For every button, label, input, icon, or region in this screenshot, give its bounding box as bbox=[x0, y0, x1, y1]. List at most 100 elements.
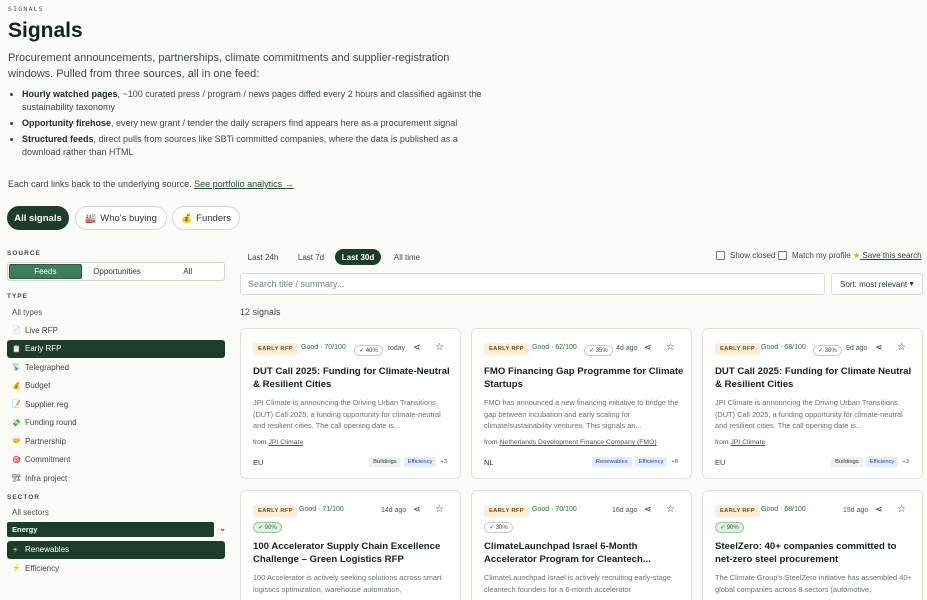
signal-card[interactable]: EARLY RFP Good · 71/100 14d ago ⋖ ☆ ✓ 90… bbox=[240, 490, 461, 600]
sector-label: Renewables bbox=[25, 545, 70, 555]
star-icon[interactable]: ☆ bbox=[666, 342, 675, 353]
signal-card[interactable]: EARLY RFP Good · 62/100 ✓ 35% 4d ago ⋖ ☆… bbox=[471, 328, 692, 479]
source-link[interactable]: Netherlands Development Finance Company … bbox=[500, 439, 657, 446]
sector-renewables[interactable]: ☀ Renewables bbox=[7, 540, 225, 559]
card-title[interactable]: SteelZero: 40+ companies committed to ne… bbox=[715, 541, 915, 566]
bullet-text: , every new grant / tender the daily scr… bbox=[111, 118, 458, 128]
sort-select[interactable]: Sort: most relevant ▼ bbox=[831, 273, 923, 295]
type-early-rfp[interactable]: 📋 Early RFP bbox=[7, 339, 225, 358]
antenna-icon: 📡 bbox=[12, 364, 21, 372]
card-title[interactable]: 100 Accelerator Supply Chain Excellence … bbox=[253, 541, 453, 566]
tab-label: Who's buying bbox=[100, 212, 157, 224]
age-label: 9d ago bbox=[846, 345, 868, 352]
range-24h[interactable]: Last 24h bbox=[241, 249, 285, 265]
card-summary: 100 Accelerator is actively seeking solu… bbox=[253, 573, 442, 594]
card-title[interactable]: FMO Financing Gap Programme for Climate … bbox=[484, 366, 684, 391]
sector-chips: Buildings Efficiency +3 bbox=[831, 457, 910, 467]
more-chip: +3 bbox=[440, 459, 447, 465]
more-chip: +3 bbox=[902, 459, 909, 465]
range-all-time[interactable]: All time bbox=[387, 249, 427, 265]
share-icon[interactable]: ⋖ bbox=[644, 342, 652, 353]
share-icon[interactable]: ⋖ bbox=[875, 342, 883, 353]
card-summary: ClimateLaunchpad Israel is actively recr… bbox=[484, 573, 671, 594]
source-feeds[interactable]: Feeds bbox=[9, 264, 82, 279]
source-link[interactable]: JPI Climate bbox=[269, 439, 304, 446]
tab-funders[interactable]: 💰 Funders bbox=[172, 206, 240, 230]
type-badge: EARLY RFP bbox=[484, 343, 529, 355]
tab-whos-buying[interactable]: 🏭 Who's buying bbox=[75, 206, 167, 230]
save-search-link[interactable]: ★ Save this search bbox=[853, 251, 922, 260]
page-title: Signals bbox=[8, 19, 83, 42]
type-budget[interactable]: 💰 Budget bbox=[7, 377, 225, 396]
source-heading: SOURCE bbox=[7, 250, 41, 257]
page-kicker: SIGNALS bbox=[8, 5, 44, 13]
match-profile-toggle[interactable]: Match my profile bbox=[778, 251, 851, 260]
type-supplier-reg[interactable]: 📝 Supplier reg bbox=[7, 395, 225, 414]
share-icon[interactable]: ⋖ bbox=[644, 504, 652, 515]
type-commitment[interactable]: 🎯 Commitment bbox=[7, 451, 225, 470]
source-prefix: from bbox=[484, 439, 498, 446]
source-all[interactable]: All bbox=[152, 264, 223, 279]
bullet-bold: Hourly watched pages bbox=[22, 89, 118, 99]
signal-card[interactable]: EARLY RFP Good · 70/100 ✓ 40% today ⋖ ☆ … bbox=[240, 328, 461, 479]
type-partnership[interactable]: 🤝 Partnership bbox=[7, 432, 225, 451]
type-funding-round[interactable]: 💸 Funding round bbox=[7, 414, 225, 433]
share-icon[interactable]: ⋖ bbox=[413, 342, 421, 353]
checkbox[interactable] bbox=[778, 251, 787, 260]
type-label: Partnership bbox=[25, 436, 66, 446]
money-wings-icon: 💸 bbox=[12, 419, 21, 427]
construction-icon: 🏗 bbox=[12, 475, 21, 483]
star-icon[interactable]: ☆ bbox=[435, 342, 444, 353]
chevron-down-icon[interactable]: ⌄ bbox=[219, 524, 226, 533]
age-label: 14d ago bbox=[381, 507, 407, 514]
star-icon[interactable]: ☆ bbox=[897, 342, 906, 353]
share-icon[interactable]: ⋖ bbox=[875, 504, 883, 515]
sector-all[interactable]: All sectors bbox=[7, 504, 225, 522]
document-icon: 📄 bbox=[12, 327, 21, 335]
star-icon[interactable]: ☆ bbox=[897, 504, 906, 515]
source-opportunities[interactable]: Opportunities bbox=[82, 264, 153, 279]
type-badge: EARLY RFP bbox=[715, 343, 760, 355]
type-label: Budget bbox=[25, 381, 51, 391]
share-icon[interactable]: ⋖ bbox=[413, 504, 421, 515]
score-label: Good · 68/100 bbox=[761, 344, 806, 351]
source-prefix: from bbox=[715, 439, 729, 446]
star-icon: ★ bbox=[853, 251, 861, 260]
card-source: from JPI Climate bbox=[715, 439, 765, 446]
confidence-badge: ✓ 35% bbox=[584, 345, 613, 356]
type-live-rfp[interactable]: 📄 Live RFP bbox=[7, 321, 225, 340]
star-icon[interactable]: ☆ bbox=[666, 504, 675, 515]
card-title[interactable]: DUT Call 2025: Funding for Climate Neutr… bbox=[715, 366, 915, 391]
star-icon[interactable]: ☆ bbox=[435, 504, 444, 515]
memo-icon: 📝 bbox=[12, 401, 21, 409]
signal-card[interactable]: EARLY RFP Good · 68/100 ✓ 30% 9d ago ⋖ ☆… bbox=[702, 328, 923, 479]
sector-efficiency[interactable]: ⚡ Efficiency bbox=[7, 559, 225, 578]
tab-all-signals[interactable]: All signals bbox=[7, 206, 69, 230]
portfolio-analytics-link[interactable]: See portfolio analytics → bbox=[194, 179, 294, 189]
save-search-label: Save this search bbox=[862, 251, 922, 260]
signal-card[interactable]: EARLY RFP Good · 68/100 15d ago ⋖ ☆ ✓ 90… bbox=[702, 490, 923, 600]
card-title[interactable]: DUT Call 2025: Funding for Climate-Neutr… bbox=[253, 366, 453, 391]
age-label: today bbox=[388, 345, 406, 352]
type-all[interactable]: All types bbox=[7, 303, 225, 321]
show-closed-toggle[interactable]: Show closed bbox=[716, 251, 775, 260]
sector-chip: Efficiency bbox=[634, 457, 668, 467]
range-30d[interactable]: Last 30d bbox=[335, 249, 381, 265]
signal-card[interactable]: EARLY RFP Good · 70/100 16d ago ⋖ ☆ ✓ 30… bbox=[471, 490, 692, 600]
range-7d[interactable]: Last 7d bbox=[291, 249, 331, 265]
tab-label: Funders bbox=[196, 212, 232, 224]
type-telegraphed[interactable]: 📡 Telegraphed bbox=[7, 358, 225, 377]
type-label: Commitment bbox=[25, 455, 71, 465]
sector-dropdown[interactable]: Energy ⌄ bbox=[7, 521, 226, 537]
type-infra-project[interactable]: 🏗 Infra project bbox=[7, 469, 225, 488]
checkbox[interactable] bbox=[716, 251, 725, 260]
card-title[interactable]: ClimateLaunchpad Israel 6-Month Accelera… bbox=[484, 541, 684, 566]
card-summary: JPI Climate is announcing the Driving Ur… bbox=[715, 398, 903, 430]
source-link[interactable]: JPI Climate bbox=[731, 439, 766, 446]
search-input[interactable]: Search title / summary... bbox=[240, 273, 825, 295]
signal-count: 12 signals bbox=[240, 307, 281, 317]
source-toggle: Feeds Opportunities All bbox=[7, 262, 225, 281]
score-label: Good · 68/100 bbox=[761, 506, 806, 513]
money-bag-icon: 💰 bbox=[180, 212, 193, 223]
type-label: Infra project bbox=[25, 473, 68, 483]
